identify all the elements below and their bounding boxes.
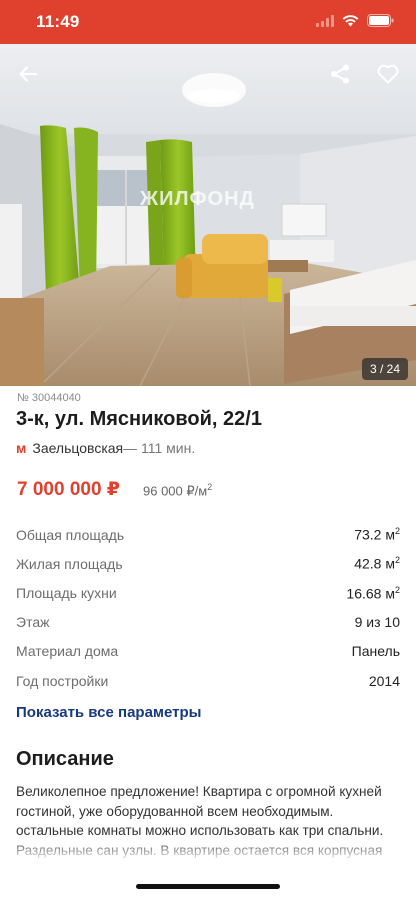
metro-info: м Заельцовская — 111 мин. <box>16 440 195 456</box>
photo-counter: 3 / 24 <box>361 358 408 380</box>
battery-icon <box>367 14 394 27</box>
heart-icon <box>377 64 399 84</box>
watermark: ЖИЛФОНД <box>140 188 255 210</box>
wifi-icon <box>342 14 359 26</box>
price-per-m2: 96 000 ₽/м2 <box>143 482 213 499</box>
param-row-material: Материал дома Панель <box>16 637 400 666</box>
param-value: 9 из 10 <box>354 614 400 631</box>
param-label: Площадь кухни <box>16 584 117 601</box>
param-row-year-built: Год постройки 2014 <box>16 666 400 695</box>
param-value: Панель <box>351 643 400 660</box>
param-value: 16.68 м2 <box>346 584 400 602</box>
param-row-floor: Этаж 9 из 10 <box>16 608 400 637</box>
status-time: 11:49 <box>36 12 80 31</box>
photo-gallery[interactable]: ЖИЛФОНД 3 / 24 <box>0 44 416 386</box>
listing-title: 3-к, ул. Мясниковой, 22/1 <box>16 408 262 430</box>
back-button[interactable] <box>12 58 44 90</box>
param-label: Год постройки <box>16 672 109 689</box>
param-label: Жилая площадь <box>16 555 123 572</box>
metro-duration: — 111 мин. <box>123 440 196 456</box>
apartment-photo <box>0 44 416 386</box>
cellular-signal-icon <box>316 14 334 27</box>
show-all-params-link[interactable]: Показать все параметры <box>16 704 201 721</box>
param-label: Материал дома <box>16 643 119 660</box>
home-indicator <box>136 884 280 889</box>
status-icons <box>316 14 394 27</box>
param-value: 42.8 м2 <box>354 555 400 573</box>
metro-icon: м <box>16 440 27 456</box>
status-bar: 11:49 <box>0 0 416 44</box>
metro-station: Заельцовская <box>32 440 124 456</box>
param-value: 2014 <box>368 672 400 689</box>
description-title: Описание <box>16 748 114 770</box>
param-value: 73.2 м2 <box>354 526 400 543</box>
param-label: Общая площадь <box>16 526 125 543</box>
share-button[interactable] <box>324 58 356 90</box>
param-row-kitchen-area: Площадь кухни 16.68 м2 <box>16 578 400 607</box>
price: 7 000 000 ₽ <box>17 479 121 500</box>
share-icon <box>331 64 349 84</box>
param-row-total-area: Общая площадь 73.2 м2 <box>16 520 400 549</box>
favorite-button[interactable] <box>372 58 404 90</box>
param-row-living-area: Жилая площадь 42.8 м2 <box>16 549 400 578</box>
back-arrow-icon <box>19 66 38 82</box>
params-list: Общая площадь 73.2 м2 Жилая площадь 42.8… <box>16 520 400 695</box>
param-label: Этаж <box>16 614 50 631</box>
listing-id: № 30044040 <box>17 392 81 404</box>
description-fade <box>0 838 416 862</box>
